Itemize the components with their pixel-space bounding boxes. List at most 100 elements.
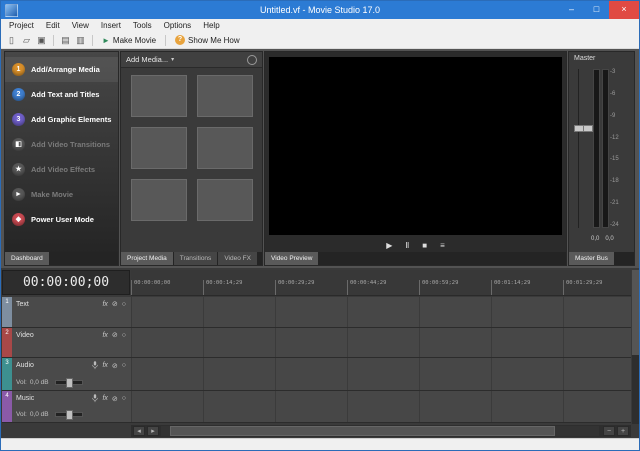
- tab-video-preview[interactable]: Video Preview: [265, 252, 319, 265]
- media-thumbnail[interactable]: [131, 179, 187, 221]
- tab-master-bus[interactable]: Master Bus: [569, 252, 615, 265]
- menu-options[interactable]: Options: [158, 19, 198, 32]
- pause-icon[interactable]: Ⅱ: [405, 241, 409, 250]
- preview-menu-icon[interactable]: ≡: [440, 241, 445, 250]
- zoom-in-icon[interactable]: +: [617, 426, 629, 436]
- window-buttons: – □ ×: [559, 1, 639, 19]
- track-lane-music[interactable]: [132, 391, 631, 422]
- track-fx-icon[interactable]: fx: [102, 362, 107, 369]
- horizontal-scroll-thumb[interactable]: [170, 426, 555, 436]
- timeline-ruler[interactable]: 00:00:00;00 00:00:14;29 00:00:29;29 00:0…: [131, 270, 631, 296]
- mute-icon[interactable]: ⊘: [112, 300, 118, 308]
- track-lane-video[interactable]: [132, 328, 631, 357]
- solo-icon[interactable]: ○: [122, 332, 126, 339]
- project-media-panel: Add Media... ▾ Project Media Transitions…: [120, 51, 263, 266]
- scroll-left-icon[interactable]: ◂: [133, 426, 145, 436]
- menu-help[interactable]: Help: [197, 19, 225, 32]
- show-me-how-button[interactable]: ? Show Me How: [170, 33, 245, 48]
- track-header-audio[interactable]: 3 Audio fx ⊘ ○ Vol: 0,0 dB: [2, 358, 131, 390]
- dashboard-item-add-arrange-media[interactable]: 1 Add/Arrange Media: [5, 57, 118, 82]
- track-text: 1 Text fx ⊘ ○: [2, 297, 631, 328]
- menu-view[interactable]: View: [66, 19, 95, 32]
- volume-slider[interactable]: [55, 412, 83, 417]
- ruler-label: 00:00:00;00: [134, 280, 170, 286]
- tab-transitions[interactable]: Transitions: [174, 252, 219, 265]
- track-number-strip[interactable]: 1: [2, 297, 12, 327]
- make-movie-label: Make Movie: [113, 36, 156, 45]
- microphone-icon[interactable]: [92, 361, 98, 370]
- window-title: Untitled.vf - Movie Studio 17.0: [1, 1, 639, 19]
- solo-icon[interactable]: ○: [122, 301, 126, 308]
- menu-insert[interactable]: Insert: [95, 19, 127, 32]
- microphone-icon[interactable]: [92, 394, 98, 403]
- tab-video-fx[interactable]: Video FX: [218, 252, 258, 265]
- dashboard-item-power-user-mode[interactable]: ◆ Power User Mode: [5, 207, 118, 232]
- scroll-right-icon[interactable]: ▸: [147, 426, 159, 436]
- solo-icon[interactable]: ○: [122, 362, 126, 369]
- project-properties-icon[interactable]: ▤: [58, 35, 73, 46]
- vertical-scroll-thumb[interactable]: [632, 270, 639, 355]
- dashboard-panel: 1 Add/Arrange Media 2 Add Text and Title…: [4, 51, 119, 266]
- mute-icon[interactable]: ⊘: [112, 395, 118, 403]
- track-fx-icon[interactable]: fx: [102, 332, 107, 339]
- track-number-strip[interactable]: 3: [2, 358, 12, 390]
- timecode-display[interactable]: 00:00:00;00: [2, 270, 130, 295]
- new-project-icon[interactable]: ▯: [4, 35, 19, 46]
- dashboard-item-label: Add Text and Titles: [31, 90, 99, 99]
- save-project-icon[interactable]: ▣: [34, 35, 49, 46]
- menu-tools[interactable]: Tools: [127, 19, 158, 32]
- track-lane-audio[interactable]: [132, 358, 631, 390]
- volume-label: Vol:: [16, 379, 27, 386]
- make-movie-button[interactable]: ► Make Movie: [97, 33, 161, 48]
- track-fx-icon[interactable]: fx: [102, 395, 107, 402]
- stop-icon[interactable]: ■: [422, 241, 427, 250]
- track-list: 1 Text fx ⊘ ○ 2 Video fx ⊘: [2, 297, 631, 424]
- transitions-icon: ◧: [12, 138, 25, 151]
- track-number-strip[interactable]: 2: [2, 328, 12, 357]
- media-thumbnail[interactable]: [197, 179, 253, 221]
- chevron-down-icon[interactable]: ▾: [171, 56, 174, 63]
- master-fader-handle-right[interactable]: [583, 125, 593, 132]
- mute-icon[interactable]: ⊘: [112, 331, 118, 339]
- dashboard-item-add-text-titles[interactable]: 2 Add Text and Titles: [5, 82, 118, 107]
- track-fx-icon[interactable]: fx: [102, 301, 107, 308]
- menu-edit[interactable]: Edit: [40, 19, 66, 32]
- meter-right: [602, 69, 609, 228]
- track-header-text[interactable]: 1 Text fx ⊘ ○: [2, 297, 131, 327]
- media-header: Add Media... ▾: [121, 52, 262, 68]
- mute-icon[interactable]: ⊘: [112, 362, 118, 370]
- import-media-icon[interactable]: ▥: [73, 35, 88, 46]
- track-name: Video: [16, 332, 34, 339]
- play-icon[interactable]: ▶: [386, 241, 392, 250]
- track-header-video[interactable]: 2 Video fx ⊘ ○: [2, 328, 131, 357]
- solo-icon[interactable]: ○: [122, 395, 126, 402]
- media-thumbnail[interactable]: [131, 75, 187, 117]
- tab-dashboard[interactable]: Dashboard: [5, 252, 50, 265]
- dashboard-item-add-graphic-elements[interactable]: 3 Add Graphic Elements: [5, 107, 118, 132]
- track-name: Music: [16, 395, 34, 402]
- zoom-out-icon[interactable]: −: [603, 426, 615, 436]
- toolbar-separator: [165, 35, 166, 46]
- timeline-vertical-scrollbar[interactable]: [632, 270, 639, 424]
- track-header-music[interactable]: 4 Music fx ⊘ ○ Vol: 0,0 dB: [2, 391, 131, 422]
- minimize-button[interactable]: –: [559, 1, 584, 19]
- show-me-how-label: Show Me How: [188, 36, 240, 45]
- close-button[interactable]: ×: [609, 1, 639, 19]
- media-thumbnail[interactable]: [131, 127, 187, 169]
- timeline-horizontal-scrollbar[interactable]: ◂ ▸ − +: [131, 425, 631, 437]
- volume-slider-thumb[interactable]: [66, 378, 73, 388]
- maximize-button[interactable]: □: [584, 1, 609, 19]
- volume-slider[interactable]: [55, 380, 83, 385]
- track-lane-text[interactable]: [132, 297, 631, 327]
- tab-project-media[interactable]: Project Media: [121, 252, 174, 265]
- add-media-button[interactable]: Add Media...: [126, 55, 168, 64]
- volume-slider-thumb[interactable]: [66, 410, 73, 420]
- titlebar[interactable]: Untitled.vf - Movie Studio 17.0 – □ ×: [1, 1, 639, 19]
- media-thumbnail[interactable]: [197, 127, 253, 169]
- media-thumbnail[interactable]: [197, 75, 253, 117]
- menu-project[interactable]: Project: [3, 19, 40, 32]
- media-options-icon[interactable]: [247, 55, 257, 65]
- track-number-strip[interactable]: 4: [2, 391, 12, 422]
- horizontal-scroll-track[interactable]: [161, 426, 599, 436]
- open-project-icon[interactable]: ▱: [19, 35, 34, 46]
